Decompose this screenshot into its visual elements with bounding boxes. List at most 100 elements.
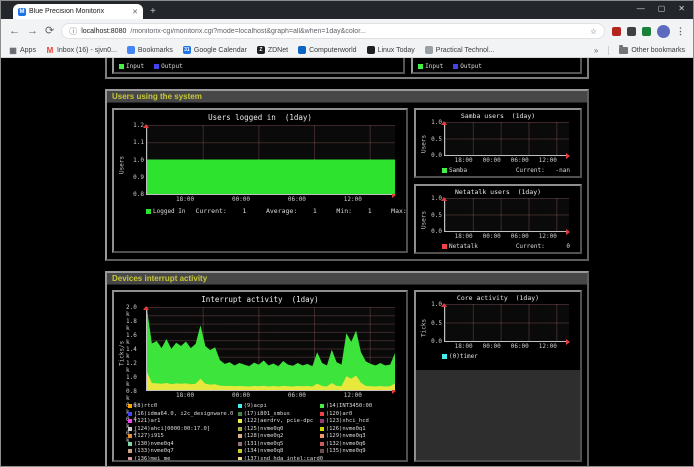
x-tick-label: 00:00 [483,343,501,350]
legend-swatch-icon [128,419,132,423]
legend-item: (136)mei_me [128,456,238,462]
linux-penguin-icon [367,46,375,54]
legend-label: (126)nvme0q1 [326,426,366,432]
legend-swatch-icon [320,412,324,416]
legend-item: (8)rtc0 [128,403,238,409]
extension-icon[interactable] [612,27,621,36]
y-tick-label: 1.6 k [126,332,144,346]
chart-area [445,122,569,155]
interrupt-plot-area [146,307,395,391]
y-axis-label: Users [118,125,126,204]
browser-toolbar: ← → ⟳ ⓘ localhost:8080 /monitorix-cgi/mo… [1,19,693,43]
bookmark-items-container: ▦Apps MInbox (16) - sjvn0... Bookmarks 31Go… [9,46,494,54]
legend-item: (126)nvme0q1 [320,426,402,432]
legend-swatch-icon [119,64,124,69]
bookmark-item[interactable]: ZZDNet [257,46,288,54]
x-axis-tick-labels: 18:0000:0006:0012:00 [444,232,569,241]
forward-button[interactable]: → [27,26,38,37]
netatalk-users-graph[interactable]: Netatalk users (1day) Users 1.00.50.0 18… [416,186,580,252]
legend-item: (127)i915 [128,433,238,439]
y-tick-label: 0.0 [431,152,442,159]
bookmark-item[interactable]: Practical Technol... [425,46,495,54]
y-tick-label: 1.8 k [126,318,144,332]
legend-item: (132)nvme0q6 [320,441,402,447]
wrench-tool-icon [425,46,433,54]
new-tab-button[interactable]: + [150,7,156,17]
bookmarks-overflow-chevron[interactable]: » [594,46,598,55]
legend-label: (121)ar1 [134,418,161,424]
y-axis-tick-labels: 1.00.50.0 [428,301,444,345]
legend-swatch-icon [238,449,242,453]
bookmark-item[interactable]: ▦Apps [9,46,36,54]
y-axis-label: Ticks [420,304,428,351]
other-bookmarks-label: Other bookmarks [631,47,685,54]
legend-swatch-icon [442,354,447,359]
legend-label: (122)aerdrv, pcie-dpc [244,418,314,424]
bookmark-item[interactable]: Bookmarks [127,46,173,54]
samba-users-graph[interactable]: Samba users (1day) Users 1.00.50.0 18:00… [416,110,580,176]
netatalk-plot-area [444,198,569,232]
legend-swatch-icon [320,427,324,431]
core-activity-graph[interactable]: Core activity (1day) Ticks 1.00.50.0 18:… [416,292,580,370]
bookmark-item[interactable]: 31Google Calendar [183,46,247,54]
tab-close-icon[interactable]: ✕ [132,8,138,16]
extension-icon[interactable] [642,27,651,36]
other-bookmarks-button[interactable]: Other bookmarks [619,47,685,54]
bookmark-label: Google Calendar [194,47,247,54]
users-graph-legend: Logged In Current: 1 Average: 1 Min: 1 M… [146,207,402,215]
legend-item: (124)ahci[0000:00:17.0] [128,426,238,432]
y-axis-tick-labels: 1.21.11.00.90.8 [126,122,146,198]
legend-swatch-icon [320,434,324,438]
bookmark-item[interactable]: Computerworld [298,46,356,54]
legend-label: Output [161,63,183,70]
bookmark-label: Computerworld [309,47,356,54]
window-minimize-button[interactable]: — [637,4,645,14]
reload-button[interactable]: ⟳ [45,26,54,37]
interrupt-activity-graph[interactable]: Interrupt activity (1day) Ticks/s 2.0 k1… [114,292,406,460]
legend-label: (120)ar0 [326,411,353,417]
y-axis-label: Users [420,122,428,165]
browser-tab[interactable]: M Blue Precision Monitorix ✕ [13,4,143,19]
legend-label: (133)nvme0q7 [134,448,174,454]
samba-graph-legend: Samba Current: -nan [442,167,570,174]
browser-menu-icon[interactable]: ⋮ [676,26,685,37]
legend-label: (123)xhci_hcd [326,418,369,424]
core-activity-cell: Core activity (1day) Ticks 1.00.50.0 18:… [414,290,582,462]
legend-item: Input [119,63,144,70]
back-button[interactable]: ← [9,26,20,37]
legend-label: (135)nvme0q9 [326,448,366,454]
section-interrupts-title: Devices interrupt activity [107,273,587,285]
users-logged-in-graph[interactable]: Users logged in (1day) Users 1.21.11.00.… [114,110,406,251]
legend-label: (17)i801_smbus [244,411,290,417]
netatalk-graph-legend: Netatalk Current: 0 [442,243,570,250]
legend-label: (136)mei_me [134,456,170,462]
window-close-button[interactable]: ✕ [678,4,685,14]
legend-swatch-icon [128,412,132,416]
tab-favicon: M [18,8,26,16]
legend-label: Input [425,63,443,70]
section-users: Users using the system Users logged in (… [105,89,589,261]
legend-item: (16)idma64.0, i2c_designware.0 [128,411,238,417]
legend-swatch-icon [238,404,242,408]
interrupt-legend-grid: (8)rtc0(9)acpi(14)INT3450:00(16)idma64.0… [128,403,402,462]
y-tick-label: 1.1 [133,139,144,146]
y-tick-label: 1.4 k [126,346,144,360]
legend-swatch-icon [453,64,458,69]
legend-label: (124)ahci[0000:00:17.0] [134,426,210,432]
bookmark-item[interactable]: MInbox (16) - sjvn0... [46,46,117,54]
bookmark-label: Linux Today [378,47,415,54]
window-maximize-button[interactable]: ▢ [658,4,666,14]
profile-avatar[interactable] [657,25,670,38]
extension-icon[interactable] [627,27,636,36]
chart-area [445,304,569,341]
bookmark-star-icon[interactable]: ☆ [590,27,597,36]
samba-plot-area [444,122,569,156]
clipped-graph-panel[interactable]: Input Output [112,58,405,74]
legend-label: (127)i915 [134,433,164,439]
legend-swatch-icon [238,419,242,423]
page-info-icon[interactable]: ⓘ [69,26,77,37]
users-legend-stats: Current: 1 Average: 1 Min: 1 Max: 1 [196,207,408,215]
bookmark-item[interactable]: Linux Today [367,46,415,54]
clipped-graph-panel[interactable]: InputOutput [411,58,582,74]
address-bar[interactable]: ⓘ localhost:8080 /monitorix-cgi/monitori… [61,23,605,39]
